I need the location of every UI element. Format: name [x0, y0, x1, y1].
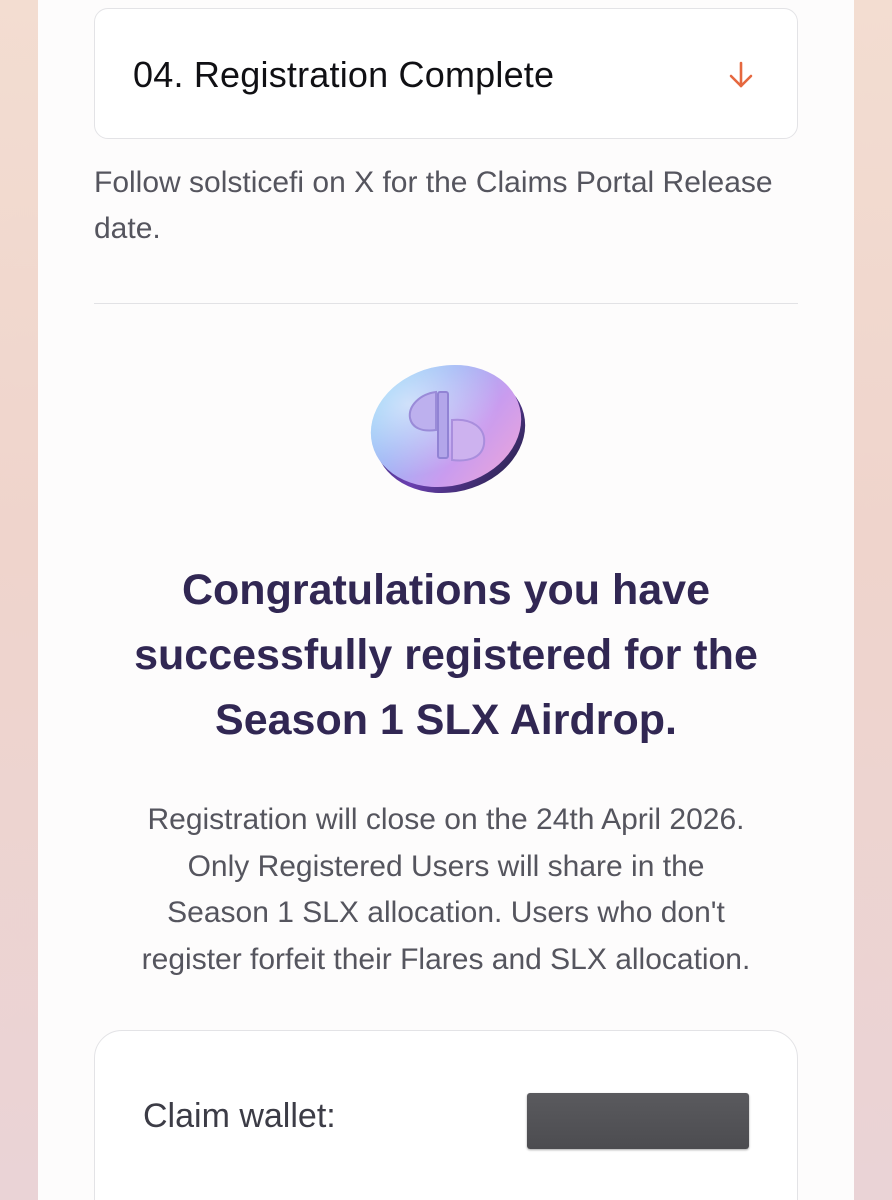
registration-info-line: Registration will close on the 24th Apri… [147, 803, 745, 836]
congratulations-line: successfully registered for the [134, 631, 758, 679]
step-registration-complete-accordion[interactable]: 04. Registration Complete [94, 8, 798, 139]
claim-wallet-address-redacted [527, 1093, 749, 1149]
registration-info-line: register forfeit their Flares and SLX al… [141, 942, 751, 976]
divider [94, 303, 798, 304]
congratulations-line: Season 1 SLX Airdrop. [215, 696, 677, 744]
claim-wallet-card: Claim wallet: [94, 1030, 798, 1200]
registration-info-line: Only Registered Users will share in the [187, 849, 705, 883]
arrow-down-icon[interactable] [725, 57, 757, 93]
registration-info-line: Season 1 SLX allocation. Users who don't [167, 896, 725, 929]
follow-instructions: Follow solsticefi on X for the Claims Po… [94, 166, 773, 245]
congratulations-heading: Congratulations you have successfully re… [78, 558, 814, 753]
registration-info: Registration will close on the 24th Apri… [74, 797, 818, 983]
solstice-coin-logo-icon [370, 364, 526, 494]
step-number: 04. [133, 54, 184, 95]
main-panel: 04. Registration Complete Follow solstic… [38, 0, 854, 1200]
step-title: 04. Registration Complete [133, 53, 554, 97]
congratulations-line: Congratulations you have [181, 566, 710, 614]
claim-wallet-label: Claim wallet: [143, 1097, 336, 1135]
step-title-text: Registration Complete [193, 54, 555, 95]
